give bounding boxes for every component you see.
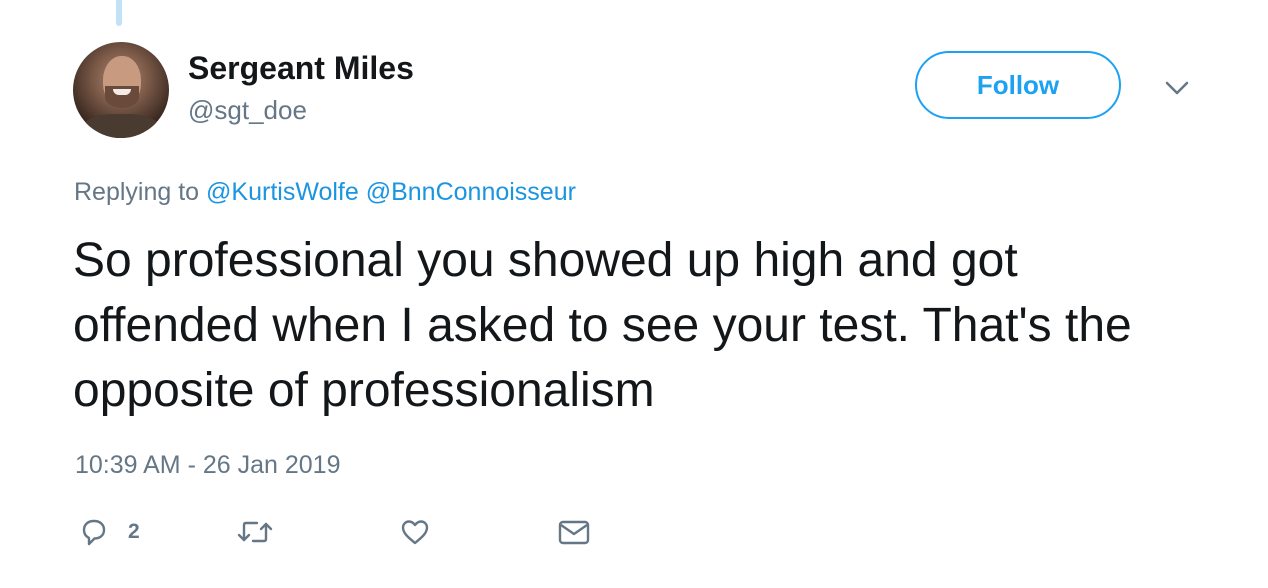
follow-button[interactable]: Follow bbox=[915, 51, 1121, 119]
direct-message-button[interactable] bbox=[557, 514, 591, 550]
replying-to-line: Replying to @KurtisWolfe @BnnConnoisseur bbox=[74, 178, 576, 207]
reply-button[interactable]: 2 bbox=[78, 514, 140, 550]
like-button[interactable] bbox=[399, 514, 431, 550]
avatar[interactable] bbox=[73, 42, 169, 138]
heart-icon bbox=[399, 516, 431, 548]
author-handle[interactable]: @sgt_doe bbox=[188, 95, 307, 126]
chevron-down-icon[interactable] bbox=[1162, 78, 1192, 98]
avatar-shirt bbox=[81, 114, 161, 138]
tweet-timestamp[interactable]: 10:39 AM - 26 Jan 2019 bbox=[75, 451, 340, 480]
thread-connector-line bbox=[116, 0, 122, 26]
author-name[interactable]: Sergeant Miles bbox=[188, 50, 414, 87]
reply-count: 2 bbox=[128, 520, 140, 543]
envelope-icon bbox=[557, 516, 591, 548]
retweet-icon bbox=[235, 516, 275, 548]
retweet-button[interactable] bbox=[235, 514, 275, 550]
mention-link-kurtiswolfe[interactable]: @KurtisWolfe bbox=[206, 178, 359, 206]
tweet-text: So professional you showed up high and g… bbox=[73, 234, 1132, 417]
mention-link-bnnconnoisseur[interactable]: @BnnConnoisseur bbox=[366, 178, 576, 206]
replying-to-label: Replying to bbox=[74, 178, 200, 206]
reply-icon bbox=[78, 516, 110, 548]
